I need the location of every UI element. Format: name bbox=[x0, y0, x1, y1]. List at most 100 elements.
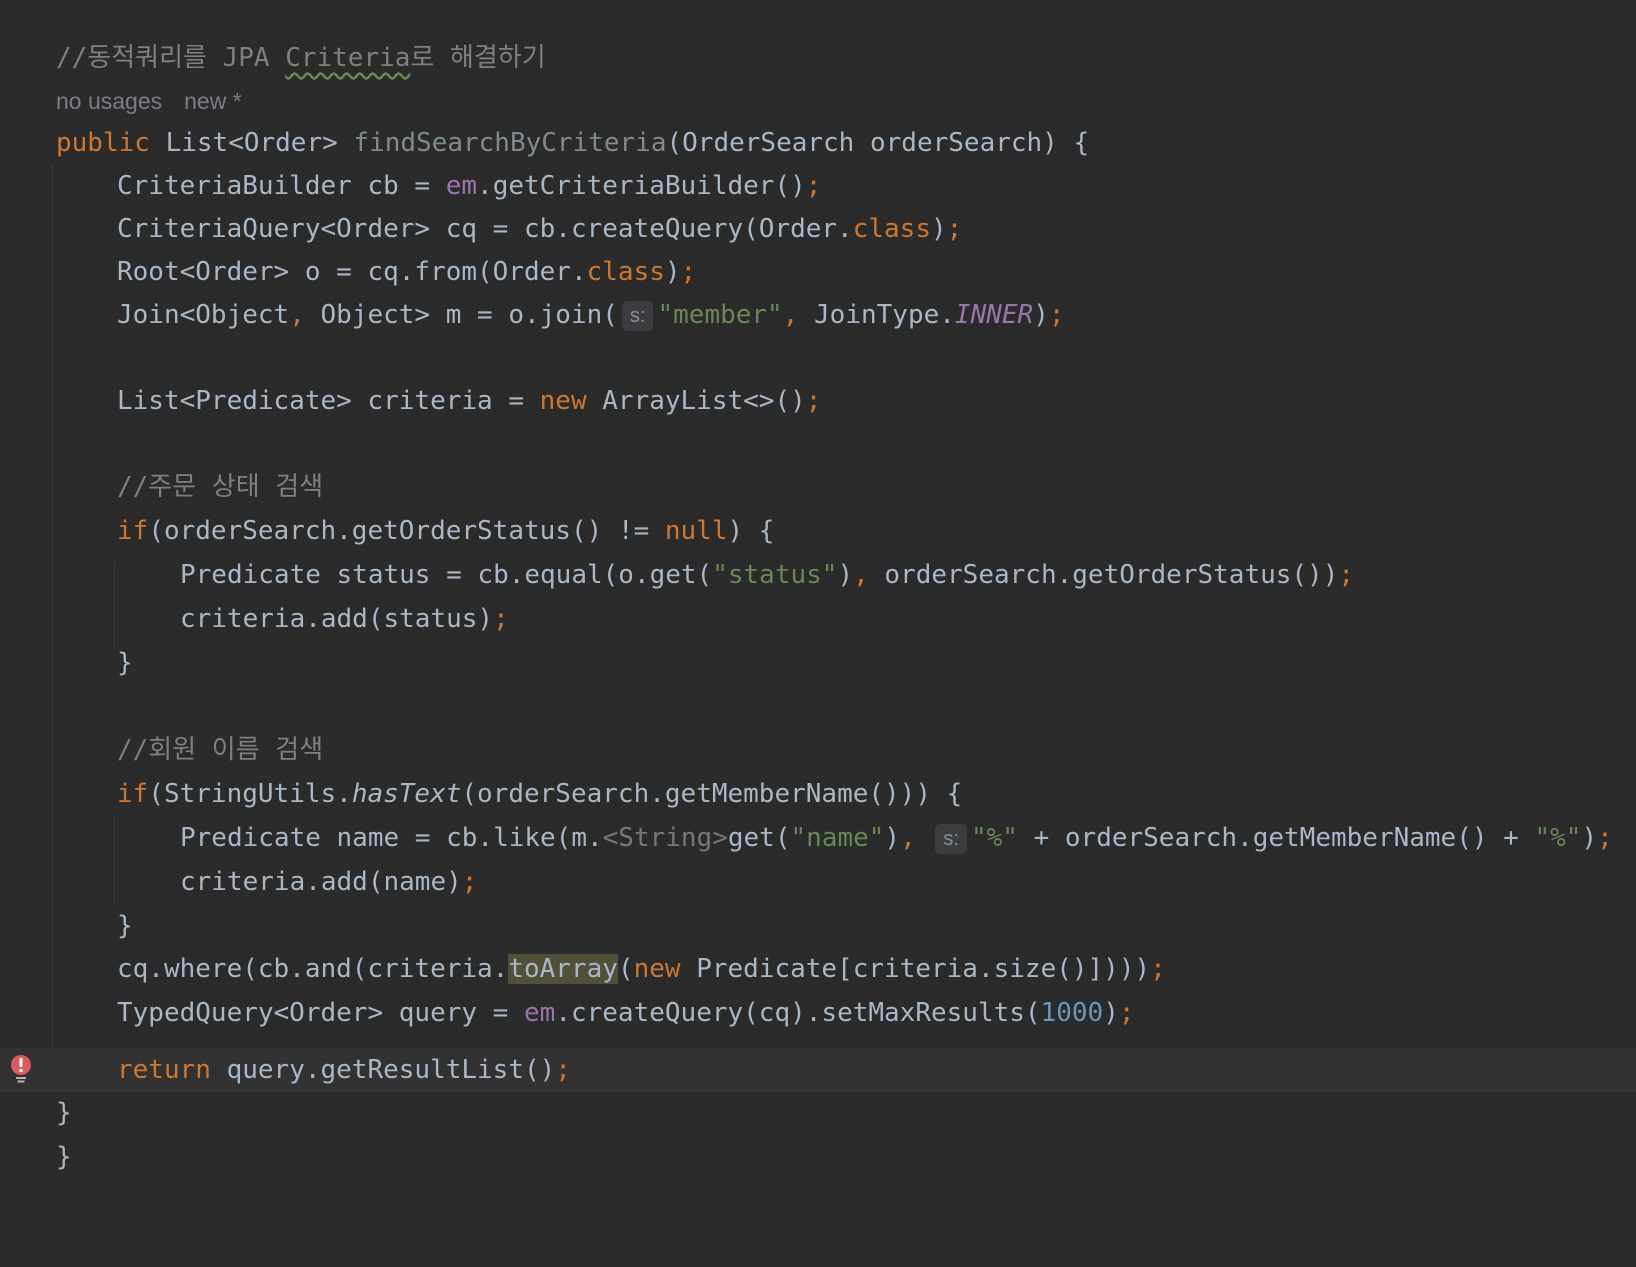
semicolon: ; bbox=[1048, 300, 1065, 330]
author-hint[interactable]: new * bbox=[184, 88, 242, 114]
closing-brace: } bbox=[56, 1142, 72, 1172]
code-line[interactable]: criteria.add(name); bbox=[0, 860, 1636, 904]
static-method-call: hasText bbox=[351, 779, 462, 809]
code-text: List<Predicate> criteria = bbox=[117, 386, 540, 416]
keyword-new: new bbox=[539, 386, 587, 416]
code-text: (orderSearch.getOrderStatus() != bbox=[148, 516, 665, 546]
code-line[interactable]: List<Predicate> criteria = new ArrayList… bbox=[0, 379, 1636, 423]
comma: , bbox=[853, 560, 869, 590]
comma: , bbox=[900, 823, 916, 853]
keyword-null: null bbox=[664, 516, 728, 546]
keyword-return: return bbox=[117, 1055, 211, 1085]
semicolon: ; bbox=[1150, 954, 1166, 984]
semicolon: ; bbox=[555, 1055, 571, 1085]
code-text: CriteriaQuery<Order> cq = cb.createQuery… bbox=[117, 214, 853, 244]
string-literal: "%" bbox=[1534, 823, 1582, 853]
code-text: ) bbox=[931, 214, 947, 244]
comment-member-name: //회원 이름 검색 bbox=[117, 735, 324, 765]
code-line[interactable]: if(orderSearch.getOrderStatus() != null)… bbox=[0, 509, 1636, 553]
code-text: query.getResultList() bbox=[210, 1055, 556, 1085]
code-text: ) { bbox=[727, 516, 775, 546]
code-text: Object> m = o.join( bbox=[304, 300, 618, 330]
code-text: Predicate[criteria.size()]))) bbox=[680, 954, 1151, 984]
code-text: Predicate status = cb.equal(o.get( bbox=[180, 560, 713, 590]
code-line[interactable]: TypedQuery<Order> query = em.createQuery… bbox=[0, 991, 1636, 1035]
code-text: ) bbox=[664, 257, 681, 287]
comma: , bbox=[289, 300, 305, 330]
parameter-hint: s: bbox=[935, 824, 967, 854]
code-line[interactable]: Predicate name = cb.like(m.<String>get("… bbox=[0, 816, 1636, 860]
code-line[interactable]: } bbox=[0, 641, 1636, 685]
code-text: ) bbox=[837, 560, 854, 590]
code-text: Join<Object bbox=[117, 300, 290, 330]
method-params: (OrderSearch orderSearch) { bbox=[666, 128, 1090, 158]
code-line[interactable]: //주문 상태 검색 bbox=[0, 465, 1636, 509]
code-line[interactable]: criteria.add(status); bbox=[0, 597, 1636, 641]
code-line[interactable]: cq.where(cb.and(criteria.toArray(new Pre… bbox=[0, 947, 1636, 991]
semicolon: ; bbox=[1338, 560, 1355, 590]
code-line[interactable]: Predicate status = cb.equal(o.get("statu… bbox=[0, 553, 1636, 597]
parameter-hint: s: bbox=[621, 301, 654, 331]
code-text: ) bbox=[884, 823, 901, 853]
code-line[interactable]: } bbox=[0, 904, 1636, 948]
code-text: + orderSearch.getMemberName() + bbox=[1017, 823, 1535, 853]
semicolon: ; bbox=[946, 214, 963, 244]
code-line[interactable]: } bbox=[0, 1135, 1636, 1179]
code-line[interactable]: } bbox=[0, 1091, 1636, 1135]
code-line[interactable]: //동적쿼리를 JPA Criteria로 해결하기 bbox=[0, 36, 1636, 80]
highlighted-identifier[interactable]: toArray bbox=[508, 954, 618, 984]
code-text: ) bbox=[1103, 998, 1119, 1028]
code-line[interactable]: CriteriaQuery<Order> cq = cb.createQuery… bbox=[0, 207, 1636, 251]
semicolon: ; bbox=[1118, 998, 1135, 1028]
semicolon: ; bbox=[680, 257, 697, 287]
comment-title: //동적쿼리를 JPA Criteria로 해결하기 bbox=[56, 43, 546, 73]
string-literal: "name" bbox=[790, 823, 885, 853]
method-name[interactable]: findSearchByCriteria bbox=[353, 128, 666, 158]
code-editor[interactable]: //동적쿼리를 JPA Criteria로 해결하기 no usages new … bbox=[0, 0, 1636, 1204]
string-literal: "status" bbox=[712, 560, 838, 590]
usages-hint[interactable]: no usages bbox=[56, 88, 162, 114]
code-line[interactable]: //회원 이름 검색 bbox=[0, 728, 1636, 772]
string-literal: "%" bbox=[970, 823, 1018, 853]
field-em: em bbox=[445, 171, 478, 201]
code-text: criteria.add(status) bbox=[180, 604, 494, 634]
semicolon: ; bbox=[805, 171, 822, 201]
number-literal: 1000 bbox=[1040, 998, 1104, 1028]
keyword-if: if bbox=[117, 779, 149, 809]
code-text: ) bbox=[1581, 823, 1598, 853]
code-line[interactable]: CriteriaBuilder cb = em.getCriteriaBuild… bbox=[0, 164, 1636, 208]
semicolon: ; bbox=[493, 604, 509, 634]
code-text: .getCriteriaBuilder() bbox=[477, 171, 806, 201]
code-text: ( bbox=[617, 954, 634, 984]
code-text: criteria.add(name) bbox=[180, 867, 462, 897]
code-line-current[interactable]: return query.getResultList(); bbox=[0, 1048, 1636, 1092]
return-type: List<Order> bbox=[165, 128, 354, 158]
semicolon: ; bbox=[1597, 823, 1613, 853]
code-text: TypedQuery<Order> query = bbox=[117, 998, 524, 1028]
code-line[interactable]: if(StringUtils.hasText(orderSearch.getMe… bbox=[0, 772, 1636, 816]
keyword-class: class bbox=[586, 257, 665, 287]
keyword-class: class bbox=[852, 214, 931, 244]
semicolon: ; bbox=[461, 867, 478, 897]
keyword-public: public bbox=[56, 128, 150, 158]
code-text: orderSearch.getOrderStatus()) bbox=[868, 560, 1339, 590]
string-literal: "member" bbox=[657, 300, 783, 330]
keyword-if: if bbox=[117, 516, 149, 546]
code-text: cq.where(cb.and(criteria. bbox=[117, 954, 509, 984]
closing-brace: } bbox=[56, 1098, 72, 1128]
code-text: CriteriaBuilder cb = bbox=[117, 171, 446, 201]
code-line[interactable]: public List<Order> findSearchByCriteria(… bbox=[0, 121, 1636, 165]
code-text: Root<Order> o = cq.from(Order. bbox=[117, 257, 587, 287]
keyword-new: new bbox=[633, 954, 681, 984]
comment-order-status: //주문 상태 검색 bbox=[117, 472, 324, 502]
error-bulb-icon[interactable] bbox=[10, 1054, 32, 1084]
typo-marker[interactable]: Criteria bbox=[285, 43, 410, 73]
code-line[interactable]: Root<Order> o = cq.from(Order.class); bbox=[0, 250, 1636, 294]
code-text: Predicate name = cb.like(m. bbox=[180, 823, 603, 853]
code-line[interactable]: Join<Object, Object> m = o.join(s: "membe… bbox=[0, 293, 1636, 337]
code-text: ArrayList<>() bbox=[586, 386, 806, 416]
closing-brace: } bbox=[117, 648, 133, 678]
type-argument-hint: <String> bbox=[602, 823, 728, 853]
code-text: JoinType. bbox=[798, 300, 955, 330]
field-em: em bbox=[524, 998, 556, 1028]
